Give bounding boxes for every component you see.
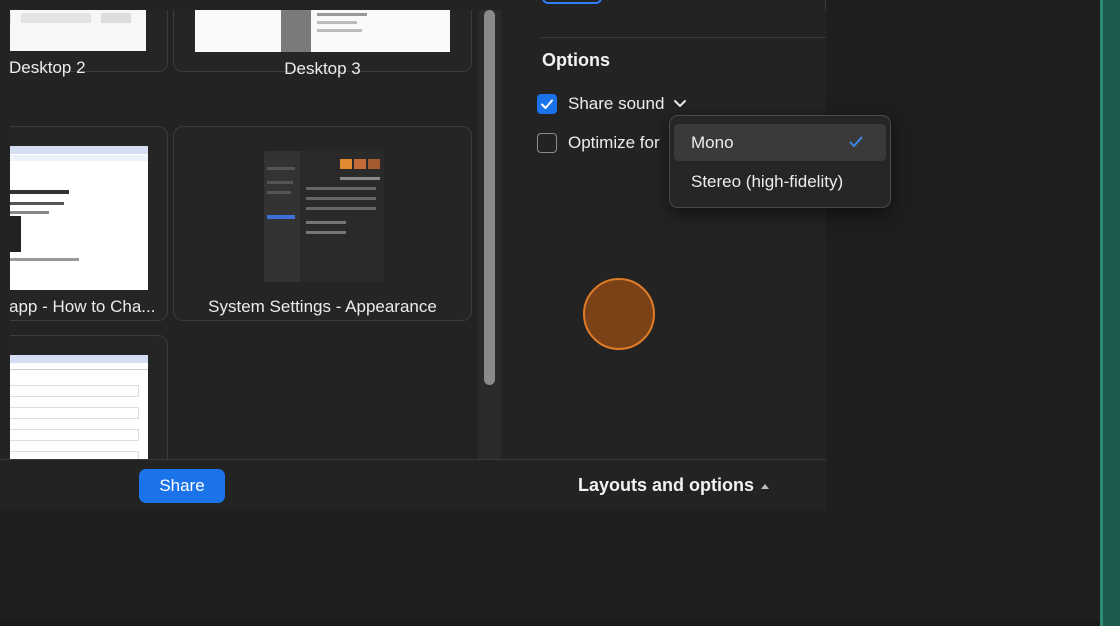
share-source-grid: Desktop 2 Desktop 3 app - How to Cha... [10, 10, 480, 459]
caret-up-icon [761, 483, 770, 489]
share-sound-checkbox[interactable] [537, 94, 557, 114]
dropdown-item-label: Stereo (high-fidelity) [691, 171, 844, 191]
checkmark-icon [849, 136, 863, 147]
tile-thumbnail [195, 10, 450, 52]
sound-mode-dropdown: Mono Stereo (high-fidelity) [669, 115, 891, 208]
chevron-down-icon[interactable] [673, 98, 687, 110]
tile-label: System Settings - Appearance [208, 297, 437, 316]
share-tile-desktop-2[interactable]: Desktop 2 [10, 10, 168, 77]
share-tile-desktop-3[interactable]: Desktop 3 [173, 10, 472, 78]
scrollbar-thumb[interactable] [484, 10, 495, 385]
options-title: Options [542, 50, 610, 70]
tile-thumbnail [10, 146, 148, 290]
tile-label: Desktop 2 [10, 58, 86, 77]
optimize-label[interactable]: Optimize for [568, 133, 660, 153]
share-button[interactable]: Share [139, 469, 225, 503]
screen-edge [0, 620, 1100, 626]
share-tile-system-settings[interactable]: System Settings - Appearance [173, 126, 472, 321]
optimize-checkbox[interactable] [537, 133, 557, 153]
tile-label: app - How to Cha... [10, 297, 156, 316]
dropdown-item-label: Mono [691, 132, 734, 152]
share-tile-app-window[interactable]: app - How to Cha... [10, 126, 168, 321]
share-sound-label[interactable]: Share sound [568, 94, 664, 114]
tile-thumbnail [10, 355, 148, 459]
check-icon [541, 99, 553, 109]
tile-thumbnail [264, 151, 384, 282]
divider [540, 37, 826, 38]
dropdown-item-stereo[interactable]: Stereo (high-fidelity) [674, 163, 886, 200]
click-indicator [583, 278, 655, 350]
layouts-and-options-button[interactable]: Layouts and options [578, 475, 770, 496]
share-tile-browser[interactable] [10, 335, 168, 459]
background-window-edge [1100, 0, 1120, 626]
tile-thumbnail [10, 10, 146, 51]
tile-label: Desktop 3 [284, 59, 361, 78]
dropdown-item-mono[interactable]: Mono [674, 124, 886, 161]
layouts-label: Layouts and options [578, 475, 755, 495]
options-panel [514, 10, 826, 459]
mode-button[interactable] [542, 0, 602, 4]
